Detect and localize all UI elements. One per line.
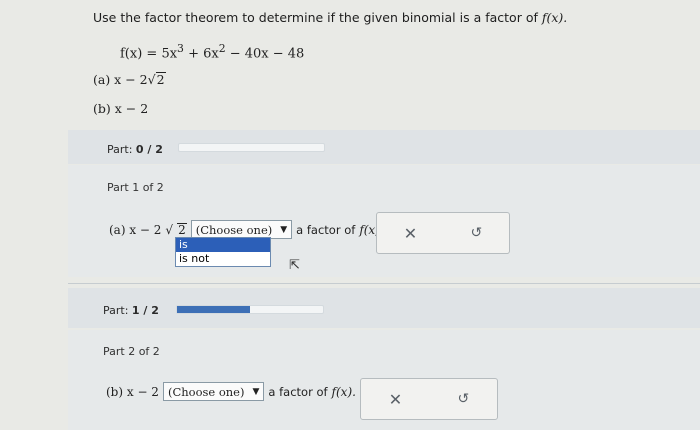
part-progress-label-1: Part: 0 / 2 [107,143,163,156]
exponent-2: 2 [218,42,226,55]
progress-fill-2 [177,306,250,313]
radicand: 2 [155,72,166,87]
chevron-down-icon: ▼ [252,386,260,397]
part-progress-value: 0 / 2 [135,143,163,156]
exponent-3: 3 [177,42,184,55]
function-term-rest: − 40x − 48 [225,46,305,62]
part1-action-box: ✕ ↺ [376,212,510,254]
function-term-2: + 6x [183,46,219,62]
part2-title: Part 2 of 2 [103,345,160,358]
sqrt-symbol: √ [165,222,174,237]
select-value: (Choose one) [195,222,273,237]
progress-bar-2 [176,305,324,314]
instruction-text: Use the factor theorem to determine if t… [93,10,538,25]
part-progress-label-2: Part: 1 / 2 [103,304,159,317]
part1-suffix: a factor of [296,222,356,237]
close-icon[interactable]: ✕ [389,390,402,409]
part1-title: Part 1 of 2 [107,181,164,194]
binomial-a: (a) x − 2√2 [93,72,166,87]
part2-choose-select[interactable]: (Choose one) ▼ [162,382,265,401]
function-definition: f(x) = 5x3 + 6x2 − 40x − 48 [120,42,304,61]
select-value: (Choose one) [167,384,245,399]
chevron-down-icon: ▼ [280,224,288,235]
part2-binomial: (b) x − 2 [106,384,159,399]
part2-question: (b) x − 2 (Choose one) ▼ a factor of f(x… [106,382,356,401]
part-summary-band-2 [68,288,700,328]
part-progress-value: 1 / 2 [131,304,159,317]
sqrt-symbol: √ [147,72,156,87]
divider [68,283,700,284]
part1-dropdown-list: is is not [175,237,271,267]
cursor-arrow-icon: ⇱ [289,258,300,273]
function-term-1: f(x) = 5x [120,46,178,62]
undo-icon[interactable]: ↺ [458,391,470,407]
close-icon[interactable]: ✕ [404,224,417,243]
instruction-fx: f(x). [541,10,568,25]
dropdown-option-is-not[interactable]: is not [176,252,270,266]
part1-radicand: 2 [177,222,187,237]
undo-icon[interactable]: ↺ [471,225,483,241]
binomial-b: (b) x − 2 [93,101,148,116]
part2-suffix: a factor of [268,384,328,399]
part1-binomial: (a) x − 2 [109,222,162,237]
part2-suffix-fx: f(x). [331,384,356,399]
dropdown-option-is[interactable]: is [176,238,270,252]
problem-instruction: Use the factor theorem to determine if t… [93,10,567,25]
part2-action-box: ✕ ↺ [360,378,498,420]
progress-bar-1 [178,143,325,152]
binomial-a-text: (a) x − 2 [93,72,148,87]
binomial-b-text: (b) x − 2 [93,101,149,116]
part-label-text: Part: [107,143,133,156]
part-label-text: Part: [103,304,129,317]
